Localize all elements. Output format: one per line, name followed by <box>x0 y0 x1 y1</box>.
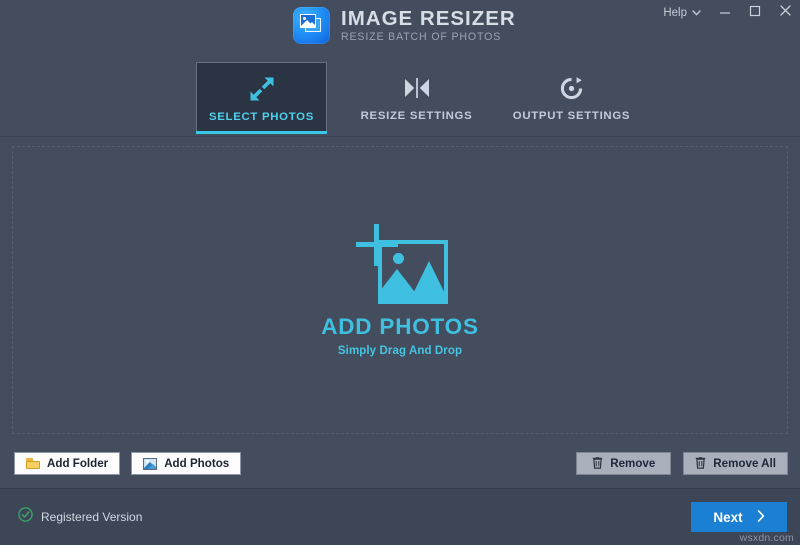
tab-select-photos[interactable]: SELECT PHOTOS <box>196 62 327 134</box>
chevron-right-icon <box>757 509 765 525</box>
add-folder-button-label: Add Folder <box>47 457 109 470</box>
check-circle-icon <box>18 507 33 527</box>
help-menu-button[interactable]: Help <box>654 0 710 26</box>
add-photos-button[interactable]: Add Photos <box>131 452 242 475</box>
registration-status-label: Registered Version <box>41 510 143 524</box>
brand-block: IMAGE RESIZER RESIZE BATCH OF PHOTOS <box>293 7 516 44</box>
maximize-icon <box>749 4 761 22</box>
action-bar-right-group: Remove Remove All <box>576 452 788 475</box>
maximize-button[interactable] <box>740 0 770 26</box>
trash-icon <box>695 456 706 472</box>
registration-status: Registered Version <box>18 507 142 527</box>
action-bar-left-group: Add Folder Add Photos <box>14 452 242 475</box>
tab-select-photos-label: SELECT PHOTOS <box>208 111 315 123</box>
image-resizer-logo-icon <box>293 7 330 44</box>
app-title: IMAGE RESIZER <box>341 6 516 30</box>
add-photos-dropzone[interactable]: ADD PHOTOS Simply Drag And Drop <box>12 146 788 434</box>
remove-button-label: Remove <box>610 457 656 470</box>
folder-icon <box>26 458 40 469</box>
minimize-icon <box>719 4 731 22</box>
tab-output-settings[interactable]: OUTPUT SETTINGS <box>506 62 637 131</box>
app-subtitle: RESIZE BATCH OF PHOTOS <box>341 30 502 43</box>
refresh-circle-icon <box>559 75 584 101</box>
add-folder-button[interactable]: Add Folder <box>14 452 121 475</box>
add-photo-frame-icon <box>352 223 448 304</box>
trash-icon <box>592 456 603 472</box>
photo-list-stage: ADD PHOTOS Simply Drag And Drop <box>0 138 800 443</box>
resize-diagonal-arrows-icon <box>249 76 275 102</box>
tab-bar: SELECT PHOTOS RESIZE SETTINGS OUTPUT SET… <box>0 57 800 137</box>
photo-icon <box>143 457 158 470</box>
compress-horizontal-icon <box>403 75 431 101</box>
add-photos-button-label: Add Photos <box>164 457 230 470</box>
tab-resize-settings[interactable]: RESIZE SETTINGS <box>351 62 482 131</box>
remove-all-button[interactable]: Remove All <box>683 452 788 475</box>
close-icon <box>779 4 792 22</box>
minimize-button[interactable] <box>710 0 740 26</box>
remove-button[interactable]: Remove <box>576 452 672 475</box>
next-button[interactable]: Next <box>691 502 787 532</box>
next-button-label: Next <box>713 509 743 525</box>
dropzone-title: ADD PHOTOS <box>321 313 479 339</box>
footer-bar: Registered Version Next wsxdn.com <box>0 488 800 545</box>
chevron-down-icon <box>692 7 701 19</box>
close-button[interactable] <box>770 0 800 26</box>
action-bar: Add Folder Add Photos Remove Remove All <box>0 443 800 488</box>
dropzone-subtitle: Simply Drag And Drop <box>337 344 463 357</box>
watermark: wsxdn.com <box>739 532 794 544</box>
tab-output-settings-label: OUTPUT SETTINGS <box>512 110 631 122</box>
title-bar: IMAGE RESIZER RESIZE BATCH OF PHOTOS Hel… <box>0 0 800 57</box>
tab-resize-settings-label: RESIZE SETTINGS <box>360 110 473 122</box>
remove-all-button-label: Remove All <box>713 457 776 470</box>
image-resizer-window: IMAGE RESIZER RESIZE BATCH OF PHOTOS Hel… <box>0 0 800 545</box>
help-menu-label: Help <box>663 7 687 19</box>
window-controls: Help <box>654 0 800 26</box>
